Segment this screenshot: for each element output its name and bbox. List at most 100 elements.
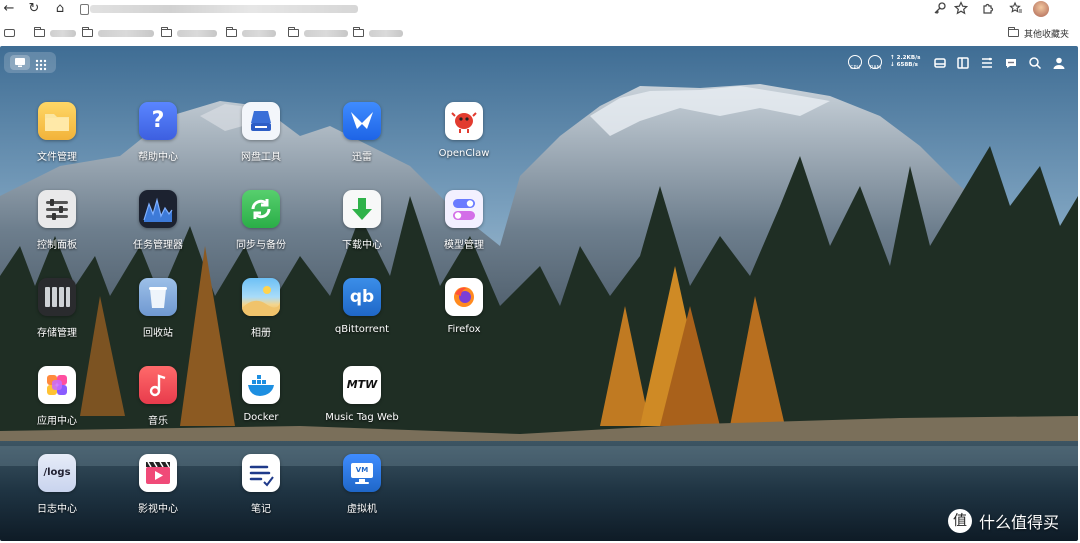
app-label: OpenClaw xyxy=(438,148,490,159)
folder-icon xyxy=(34,27,45,37)
view-switcher[interactable] xyxy=(4,52,56,73)
user-icon[interactable] xyxy=(1052,55,1066,69)
bookmark-folder[interactable] xyxy=(34,26,76,40)
download-speed: ↓ 658B/s xyxy=(890,62,918,68)
app-label: 回收站 xyxy=(143,328,173,339)
widgets-icon[interactable] xyxy=(956,55,970,69)
app-docker[interactable]: Docker xyxy=(213,366,309,446)
app-label: 虚拟机 xyxy=(347,504,377,515)
app-openclaw[interactable]: OpenClaw xyxy=(416,102,512,182)
clapperboard-icon xyxy=(139,454,177,492)
app-storage-manager[interactable]: 存储管理 xyxy=(9,278,105,358)
profile-avatar[interactable] xyxy=(1033,1,1049,17)
messages-icon[interactable] xyxy=(1004,55,1018,69)
app-label: 迅雷 xyxy=(352,152,372,163)
app-app-center[interactable]: 应用中心 xyxy=(9,366,105,446)
app-notes[interactable]: 笔记 xyxy=(213,454,309,534)
address-bar[interactable] xyxy=(78,1,360,17)
desktop-view-button[interactable] xyxy=(10,55,30,70)
app-control-panel[interactable]: 控制面板 xyxy=(9,190,105,270)
app-qbittorrent[interactable]: qb qBittorrent xyxy=(314,278,410,358)
bookmark-folder[interactable] xyxy=(161,26,217,40)
vm-monitor-icon: VM xyxy=(343,454,381,492)
app-label: Docker xyxy=(243,412,279,423)
home-button[interactable]: ⌂ xyxy=(52,1,68,17)
notes-icon xyxy=(242,454,280,492)
network-speed[interactable]: ↑ 2.2KB/s ↓ 658B/s xyxy=(890,55,921,69)
app-label: 模型管理 xyxy=(444,240,484,251)
back-button[interactable]: ← xyxy=(1,1,17,17)
app-label: 音乐 xyxy=(148,416,168,427)
trash-icon xyxy=(139,278,177,316)
logs-icon: /logs xyxy=(38,454,76,492)
folder-icon xyxy=(161,27,172,37)
app-label: 存储管理 xyxy=(37,328,77,339)
bookmark-folder[interactable] xyxy=(353,26,403,40)
app-photos[interactable]: 相册 xyxy=(213,278,309,358)
app-label: 笔记 xyxy=(251,504,271,515)
app-music-tag-web[interactable]: MTW Music Tag Web xyxy=(314,366,410,446)
app-store-icon xyxy=(38,366,76,404)
app-label: 日志中心 xyxy=(37,504,77,515)
folder-icon xyxy=(353,27,364,37)
folder-icon xyxy=(38,102,76,140)
cloud-drive-icon xyxy=(242,102,280,140)
star-icon[interactable] xyxy=(953,1,969,17)
disk-array-icon xyxy=(38,278,76,316)
app-label: qBittorrent xyxy=(334,324,390,335)
app-virtual-machine[interactable]: VM 虚拟机 xyxy=(314,454,410,534)
app-label: 相册 xyxy=(251,328,271,339)
app-thunder[interactable]: 迅雷 xyxy=(314,102,410,182)
app-sync-backup[interactable]: 同步与备份 xyxy=(213,190,309,270)
app-label: 应用中心 xyxy=(37,416,77,427)
bookmark-folder[interactable] xyxy=(288,26,348,40)
app-label: 控制面板 xyxy=(37,240,77,251)
photo-landscape-icon xyxy=(242,278,280,316)
address-text-blurred xyxy=(90,5,358,13)
app-download-center[interactable]: 下载中心 xyxy=(314,190,410,270)
reload-button[interactable]: ↻ xyxy=(26,1,42,17)
site-watermark: 值 什么值得买 xyxy=(948,508,1059,534)
mtw-icon: MTW xyxy=(343,366,381,404)
app-label: 同步与备份 xyxy=(236,240,286,251)
cpu-label: CPU xyxy=(850,65,861,71)
favorites-icon[interactable] xyxy=(1008,1,1024,17)
app-model-management[interactable]: 模型管理 xyxy=(416,190,512,270)
folder-icon xyxy=(1008,27,1019,37)
app-label: Music Tag Web xyxy=(325,412,399,423)
app-cloud-drive-tool[interactable]: 网盘工具 xyxy=(213,102,309,182)
app-help-center[interactable]: ? 帮助中心 xyxy=(110,102,206,182)
folder-icon xyxy=(288,27,299,37)
ram-label: RAM xyxy=(870,65,882,71)
bookmark-folder[interactable] xyxy=(226,26,276,40)
firefox-icon xyxy=(445,278,483,316)
bird-icon xyxy=(343,102,381,140)
app-music[interactable]: 音乐 xyxy=(110,366,206,446)
app-label: 任务管理器 xyxy=(133,240,183,251)
app-file-manager[interactable]: 文件管理 xyxy=(9,102,105,182)
toggles-icon xyxy=(445,190,483,228)
other-bookmarks-label: 其他收藏夹 xyxy=(1024,29,1070,40)
lock-icon xyxy=(80,4,89,15)
search-icon[interactable] xyxy=(1028,55,1042,70)
folder-icon xyxy=(82,27,93,37)
question-icon: ? xyxy=(139,102,177,140)
openclaw-icon xyxy=(445,102,483,140)
tab-icon[interactable] xyxy=(4,26,15,40)
app-label: 影视中心 xyxy=(138,504,178,515)
bookmark-folder[interactable] xyxy=(82,26,154,40)
key-icon[interactable] xyxy=(932,1,948,17)
music-note-icon xyxy=(139,366,177,404)
extensions-icon[interactable] xyxy=(980,1,996,17)
browser-toolbar: ← ↻ ⌂ xyxy=(0,0,1080,20)
task-list-icon[interactable] xyxy=(980,55,994,69)
app-log-center[interactable]: /logs 日志中心 xyxy=(9,454,105,534)
app-recycle-bin[interactable]: 回收站 xyxy=(110,278,206,358)
sync-icon xyxy=(242,190,280,228)
grid-view-button[interactable] xyxy=(35,56,47,71)
other-bookmarks-folder[interactable]: 其他收藏夹 xyxy=(1008,26,1069,40)
app-firefox[interactable]: Firefox xyxy=(416,278,512,358)
storage-icon[interactable] xyxy=(933,55,947,69)
app-task-manager[interactable]: 任务管理器 xyxy=(110,190,206,270)
app-video-center[interactable]: 影视中心 xyxy=(110,454,206,534)
